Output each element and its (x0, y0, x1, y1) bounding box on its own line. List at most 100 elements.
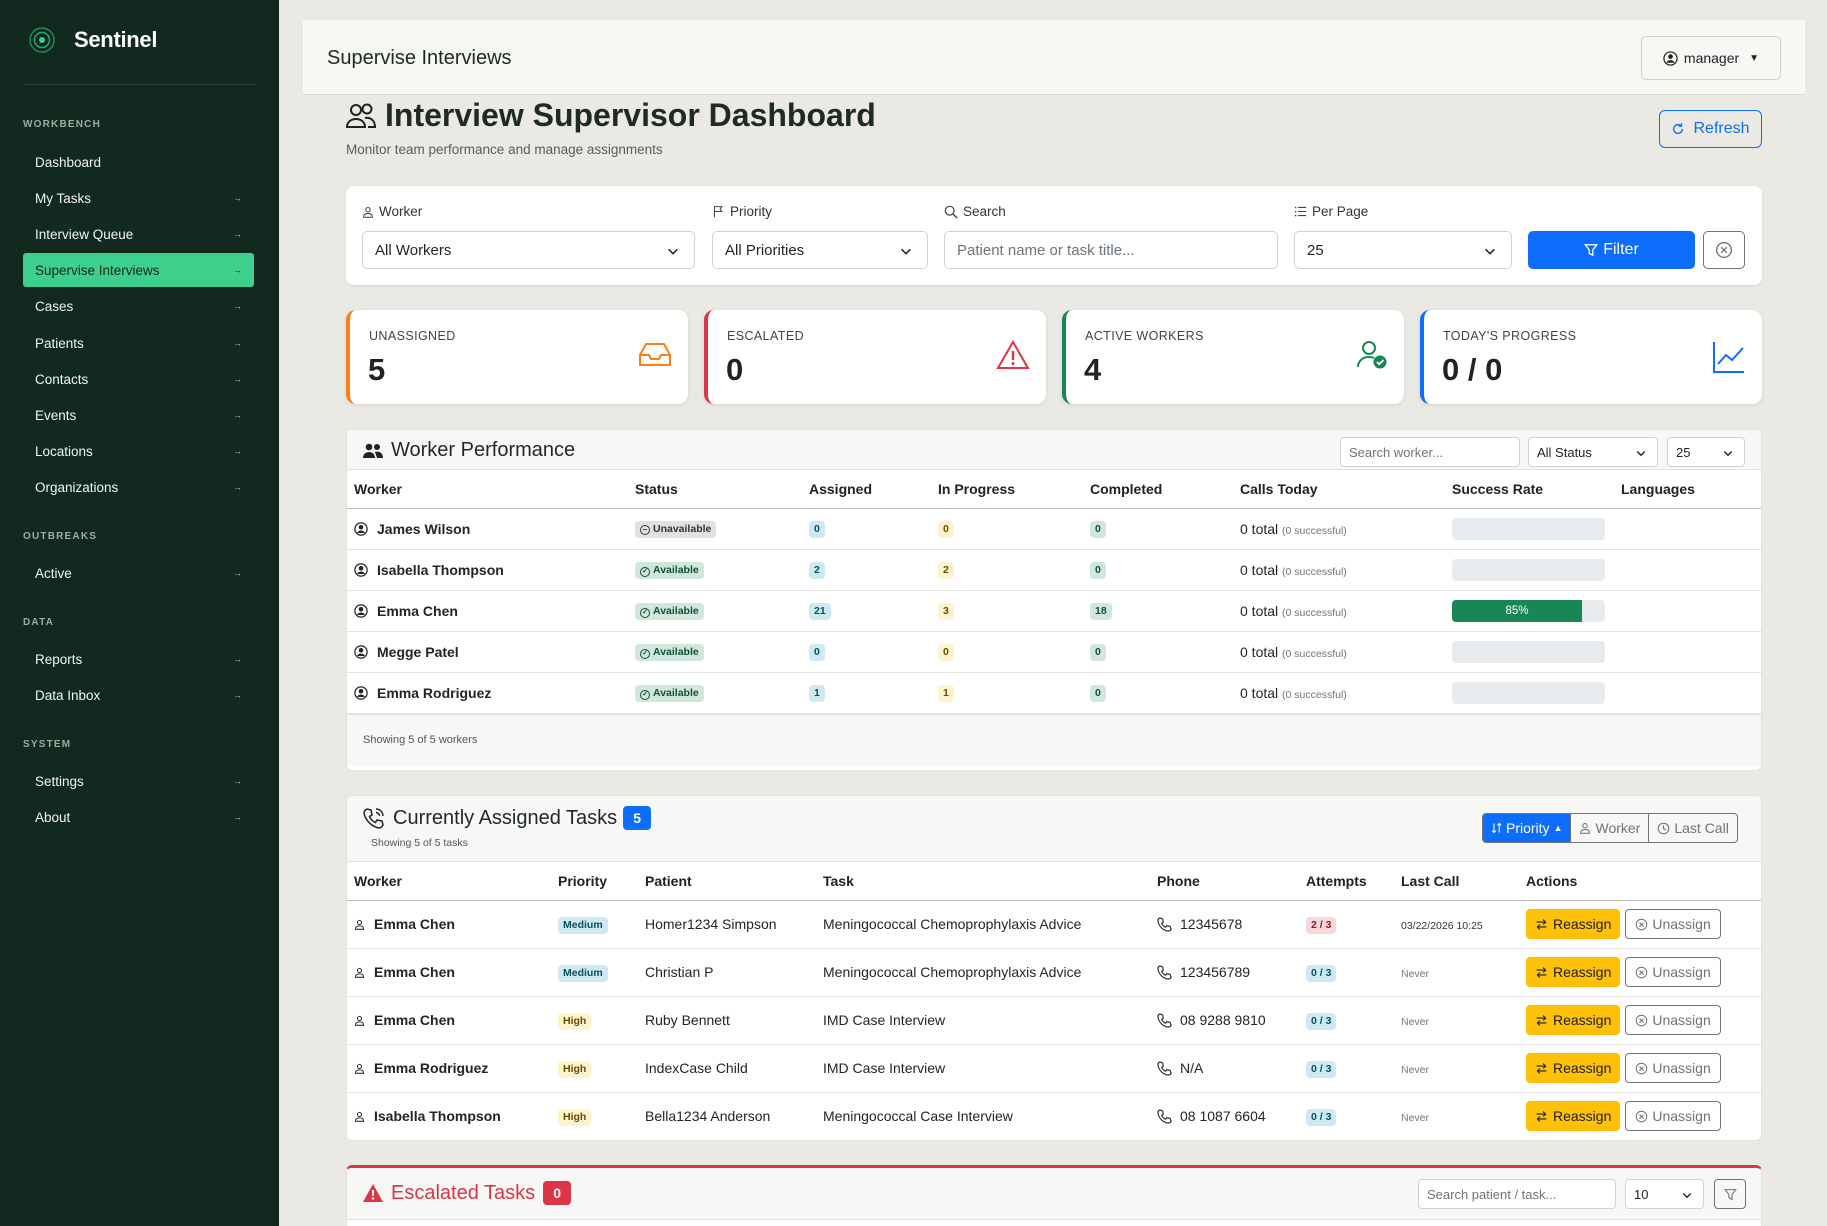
task-cell[interactable]: Meningococcal Chemoprophylaxis Advice (816, 900, 1150, 949)
sidebar-item-locations[interactable]: Locations → (23, 434, 254, 468)
label-text: Priority (730, 204, 773, 219)
status-text: Available (653, 605, 699, 617)
status-filter-select[interactable]: All Status (1528, 437, 1658, 467)
sort-worker-button[interactable]: Worker (1570, 814, 1648, 842)
section-outbreaks: OUTBREAKS (23, 531, 98, 542)
worker-select[interactable]: All Workers (362, 231, 695, 269)
sidebar-item-label: Patients (35, 335, 84, 351)
col-status[interactable]: Status (628, 470, 802, 509)
assigned-cell: 2 (802, 549, 931, 591)
attempts-badge: 0 / 3 (1306, 1060, 1337, 1078)
table-row[interactable]: Megge Patel ✓ Available 0 0 0 0 total (0 succe… (347, 631, 1761, 673)
clear-filter-button[interactable] (1703, 231, 1745, 269)
patient-cell[interactable]: Ruby Bennett (638, 996, 816, 1045)
escalated-perpage-select[interactable]: 10 (1625, 1179, 1704, 1209)
task-cell[interactable]: IMD Case Interview (816, 1044, 1150, 1093)
worker-search-input[interactable]: Search worker... (1340, 437, 1520, 467)
sort-last-call-button[interactable]: Last Call (1648, 814, 1736, 842)
reassign-button[interactable]: Reassign (1526, 1053, 1621, 1083)
sidebar-item-active[interactable]: Active → (23, 556, 254, 590)
phone-number[interactable]: 12345678 (1157, 916, 1292, 932)
brand[interactable]: Sentinel (28, 20, 279, 60)
patient-cell[interactable]: IndexCase Child (638, 1044, 816, 1093)
sidebar-item-reports[interactable]: Reports → (23, 642, 254, 676)
task-cell[interactable]: IMD Case Interview (816, 996, 1150, 1045)
sidebar-item-events[interactable]: Events → (23, 398, 254, 432)
calls-cell: 0 total (0 successful) (1233, 590, 1445, 632)
phone-number[interactable]: 123456789 (1157, 964, 1292, 980)
in-progress-badge: 1 (938, 685, 954, 702)
table-row[interactable]: Emma Rodriguez ✓ Available 1 1 0 0 total (0 su… (347, 672, 1761, 714)
col-in-progress[interactable]: In Progress (931, 470, 1083, 509)
sidebar-item-organizations[interactable]: Organizations → (23, 470, 254, 504)
phone-number[interactable]: N/A (1157, 1060, 1292, 1076)
col-priority[interactable]: Priority (551, 862, 638, 901)
sidebar-item-contacts[interactable]: Contacts → (23, 362, 254, 396)
sidebar-item-cases[interactable]: Cases → (23, 289, 254, 323)
col-calls-today[interactable]: Calls Today (1233, 470, 1445, 509)
table-row[interactable]: Emma Chen High Ruby Bennett IMD Case Interv… (347, 996, 1761, 1045)
task-cell[interactable]: Meningococcal Case Interview (816, 1092, 1150, 1140)
priority-badge: High (558, 1108, 592, 1126)
patient-cell[interactable]: Bella1234 Anderson (638, 1092, 816, 1140)
reassign-button[interactable]: Reassign (1526, 957, 1621, 987)
sidebar-item-supervise-interviews[interactable]: Supervise Interviews → (23, 253, 254, 287)
user-menu-button[interactable]: manager ▼ (1641, 36, 1781, 80)
col-patient[interactable]: Patient (638, 862, 816, 901)
button-label: Unassign (1652, 964, 1711, 980)
sidebar-item-dashboard[interactable]: Dashboard (23, 145, 254, 179)
calls-cell: 0 total (0 successful) (1233, 508, 1445, 550)
table-row[interactable]: Isabella Thompson High Bella1234 Anderson M… (347, 1092, 1761, 1140)
refresh-button[interactable]: Refresh (1659, 110, 1762, 148)
col-languages[interactable]: Languages (1614, 470, 1761, 509)
sidebar-item-about[interactable]: About → (23, 800, 254, 834)
col-success-rate[interactable]: Success Rate (1445, 470, 1614, 509)
unassign-button[interactable]: Unassign (1625, 909, 1721, 939)
priority-select[interactable]: All Priorities (712, 231, 928, 269)
actions-cell: Reassign Unassign (1519, 948, 1761, 997)
patient-cell[interactable]: Homer1234 Simpson (638, 900, 816, 949)
perpage-select[interactable]: 25 (1294, 231, 1512, 269)
worker-name: Emma Chen (354, 964, 544, 980)
table-row[interactable]: Emma Rodriguez High IndexCase Child IMD Cas… (347, 1044, 1761, 1093)
reassign-button[interactable]: Reassign (1526, 1005, 1621, 1035)
patient-cell[interactable]: Christian P (638, 948, 816, 997)
filter-button[interactable]: Filter (1528, 231, 1695, 269)
reassign-button[interactable]: Reassign (1526, 909, 1621, 939)
sidebar-item-settings[interactable]: Settings → (23, 764, 254, 798)
worker-cell: Emma Chen (347, 996, 551, 1045)
col-task[interactable]: Task (816, 862, 1150, 901)
unassign-button[interactable]: Unassign (1625, 1053, 1721, 1083)
col-attempts[interactable]: Attempts (1299, 862, 1394, 901)
sidebar-item-data-inbox[interactable]: Data Inbox → (23, 678, 254, 712)
col-worker[interactable]: Worker (347, 862, 551, 901)
sidebar-item-patients[interactable]: Patients → (23, 326, 254, 360)
sidebar-item-my-tasks[interactable]: My Tasks → (23, 181, 254, 215)
worker-perpage-select[interactable]: 25 (1667, 437, 1745, 467)
unassign-button[interactable]: Unassign (1625, 1101, 1721, 1131)
table-row[interactable]: Emma Chen Medium Christian P Meningococcal … (347, 948, 1761, 997)
top-bar: Supervise Interviews manager ▼ (303, 20, 1805, 95)
col-worker[interactable]: Worker (347, 470, 628, 509)
phone-number[interactable]: 08 9288 9810 (1157, 1012, 1292, 1028)
unassign-button[interactable]: Unassign (1625, 1005, 1721, 1035)
task-cell[interactable]: Meningococcal Chemoprophylaxis Advice (816, 948, 1150, 997)
table-row[interactable]: Emma Chen ✓ Available 21 3 18 0 total (0 succe… (347, 590, 1761, 632)
reassign-button[interactable]: Reassign (1526, 1101, 1621, 1131)
page-subtitle: Monitor team performance and manage assi… (346, 142, 663, 157)
search-input[interactable]: Patient name or task title... (944, 231, 1278, 269)
escalated-search-input[interactable]: Search patient / task... (1418, 1179, 1616, 1209)
unassign-button[interactable]: Unassign (1625, 957, 1721, 987)
chevron-down-icon (901, 248, 911, 255)
table-row[interactable]: James Wilson – Unavailable 0 0 0 0 total (0 su… (347, 508, 1761, 550)
col-last-call[interactable]: Last Call (1394, 862, 1519, 901)
col-completed[interactable]: Completed (1083, 470, 1233, 509)
col-phone[interactable]: Phone (1150, 862, 1299, 901)
escalated-filter-button[interactable] (1714, 1179, 1746, 1209)
phone-number[interactable]: 08 1087 6604 (1157, 1108, 1292, 1124)
table-row[interactable]: Isabella Thompson ✓ Available 2 2 0 0 total (0… (347, 549, 1761, 591)
table-row[interactable]: Emma Chen Medium Homer1234 Simpson Meningoc… (347, 900, 1761, 949)
sort-priority-button[interactable]: Priority ▲ (1483, 814, 1571, 842)
sidebar-item-interview-queue[interactable]: Interview Queue → (23, 217, 254, 251)
col-assigned[interactable]: Assigned (802, 470, 931, 509)
